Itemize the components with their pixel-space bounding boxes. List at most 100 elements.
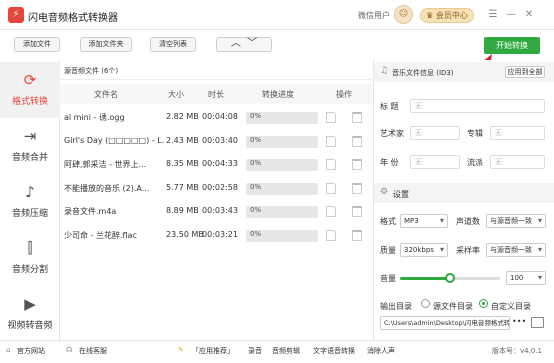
link-vocal-remove[interactable]: 消除人声: [367, 346, 395, 356]
title-field[interactable]: 无: [410, 99, 545, 113]
browse-button[interactable]: •••: [512, 316, 526, 330]
avatar[interactable]: ☺: [394, 5, 413, 24]
table-row[interactable]: 录音文件.m4a 8.89 MB 00:03:43 0%: [60, 201, 372, 224]
title-label: 标 题: [380, 102, 399, 111]
link-record[interactable]: 录音: [248, 346, 262, 356]
custom-dir-label: 自定义目录: [491, 302, 531, 311]
album-field[interactable]: 无: [490, 126, 545, 140]
progress-bar: 0%: [246, 159, 318, 171]
version-label: 版本号：v4.0.1: [492, 347, 542, 355]
nav-item-format-convert[interactable]: ⟳ 格式转换: [0, 62, 60, 118]
file-icon[interactable]: [326, 135, 336, 147]
trash-icon[interactable]: [352, 112, 362, 123]
headset-icon: ☊: [66, 346, 73, 354]
trash-icon[interactable]: [352, 229, 362, 241]
nav-item-merge[interactable]: ⇥ 音频合并: [0, 118, 60, 174]
website-link[interactable]: 官方网站: [17, 346, 45, 356]
table-row[interactable]: 少司命 - 兰花醉.flac 23.50 MB 00:03:21 0%: [60, 225, 372, 248]
artist-field[interactable]: 无: [410, 126, 460, 140]
nav-item-split[interactable]: ⫿ 音频分割: [0, 230, 60, 286]
file-duration: 00:03:21: [202, 229, 238, 239]
file-duration: 00:03:43: [202, 206, 238, 215]
progress-text: 0%: [250, 206, 262, 214]
close-icon[interactable]: ✕: [522, 8, 536, 22]
nav-item-compress[interactable]: ♪ 音频压缩: [0, 174, 60, 230]
gear-icon: ⚙: [380, 187, 389, 197]
vip-center-button[interactable]: ♛ 会员中心: [420, 8, 474, 23]
add-file-button[interactable]: 添加文件: [14, 37, 60, 52]
trash-icon[interactable]: [352, 182, 362, 194]
vip-label: 会员中心: [435, 11, 468, 20]
support-link[interactable]: 在线客服: [79, 346, 107, 356]
file-name: 不能播放的音乐 (2).A...: [64, 183, 150, 193]
format-select[interactable]: MP3: [400, 214, 448, 228]
chevron-up-icon[interactable]: ︿: [231, 38, 241, 49]
volume-fill: [400, 277, 450, 280]
file-icon[interactable]: [326, 159, 336, 170]
nav-label: 格式转换: [11, 97, 48, 107]
table-row[interactable]: 不能播放的音乐 (2).A... 5.77 MB 00:02:58 0%: [60, 178, 372, 201]
add-folder-button[interactable]: 添加文件夹: [80, 37, 132, 52]
channel-label: 声道数: [456, 217, 480, 226]
volume-input[interactable]: 100: [506, 271, 546, 285]
year-field[interactable]: 无: [410, 155, 460, 169]
move-up-down-button[interactable]: ︿ ﹀: [216, 37, 272, 52]
source-dir-label: 源文件目录: [433, 302, 473, 311]
volume-label: 音量: [380, 274, 396, 283]
chevron-down-icon[interactable]: ﹀: [247, 38, 257, 49]
menu-icon[interactable]: ☰: [486, 8, 500, 22]
progress-text: 0%: [250, 135, 262, 144]
col-name[interactable]: 文件名: [94, 89, 118, 100]
volume-handle[interactable]: [445, 273, 455, 283]
column-header: 文件名 大小 时长 转换进度 操作: [60, 84, 372, 104]
trash-icon[interactable]: [352, 159, 362, 170]
apply-all-button[interactable]: 应用到全部: [505, 66, 545, 78]
nav-label: 视频转音频: [7, 321, 53, 331]
link-tts[interactable]: 文字语音转换: [313, 346, 355, 356]
file-name: Girl's Day (□□□□□) - L...: [64, 135, 164, 145]
samplerate-select[interactable]: 与源音频一致: [486, 243, 546, 257]
file-name: 录音文件.m4a: [64, 207, 117, 216]
trash-icon[interactable]: [352, 206, 362, 217]
quality-select[interactable]: 320kbps: [400, 243, 448, 257]
file-icon[interactable]: [326, 206, 336, 217]
file-name: al mini - 诱.ogg: [64, 113, 125, 122]
output-path-field[interactable]: C:\Users\admin\Desktop\闪电音频格式转: [380, 316, 510, 330]
file-duration: 00:04:33: [202, 159, 238, 168]
table-row[interactable]: 阿肆,郭采洁 - 世界上... 8.35 MB 00:04:33 0%: [60, 154, 372, 177]
folder-icon[interactable]: [531, 317, 544, 328]
col-duration[interactable]: 时长: [208, 89, 224, 100]
minimize-icon[interactable]: —: [504, 8, 518, 22]
col-size[interactable]: 大小: [168, 89, 184, 100]
table-row[interactable]: al mini - 诱.ogg 2.82 MB 00:04:08 0%: [60, 107, 372, 130]
clear-list-button[interactable]: 清空列表: [150, 37, 196, 52]
user-name[interactable]: 微信用户: [358, 10, 390, 21]
compress-icon: ♪: [25, 183, 35, 201]
trash-icon[interactable]: [352, 135, 362, 147]
progress-text: 0%: [250, 182, 262, 191]
channel-select[interactable]: 与源音频一致: [486, 214, 546, 228]
file-size: 2.82 MB: [166, 112, 199, 121]
custom-dir-radio[interactable]: [479, 299, 488, 308]
progress-bar: 0%: [246, 206, 318, 218]
refresh-icon: ⟳: [23, 71, 37, 89]
nav-label: 音频分割: [11, 265, 48, 275]
link-audio-edit[interactable]: 音频剪辑: [272, 346, 300, 356]
app-title: 闪电音频格式转换器: [28, 13, 118, 24]
samplerate-label: 采样率: [456, 246, 480, 255]
source-dir-radio[interactable]: [421, 299, 430, 308]
progress-bar: 0%: [246, 229, 318, 242]
genre-field[interactable]: 无: [490, 155, 545, 169]
file-icon[interactable]: [326, 112, 336, 123]
file-icon[interactable]: [326, 182, 336, 194]
file-size: 2.43 MB: [166, 135, 199, 145]
merge-icon: ⇥: [23, 127, 37, 145]
home-icon: ⌂: [6, 346, 11, 354]
file-name: 阿肆,郭采洁 - 世界上...: [64, 160, 147, 169]
file-icon[interactable]: [326, 229, 336, 241]
outdir-label: 输出目录: [380, 302, 412, 311]
nav-item-video-to-audio[interactable]: ▶ 视频转音频: [0, 286, 60, 342]
music-note-icon: ♫: [380, 66, 389, 76]
file-duration: 00:02:58: [202, 182, 238, 192]
table-row[interactable]: Girl's Day (□□□□□) - L... 2.43 MB 00:03:40…: [60, 131, 372, 154]
